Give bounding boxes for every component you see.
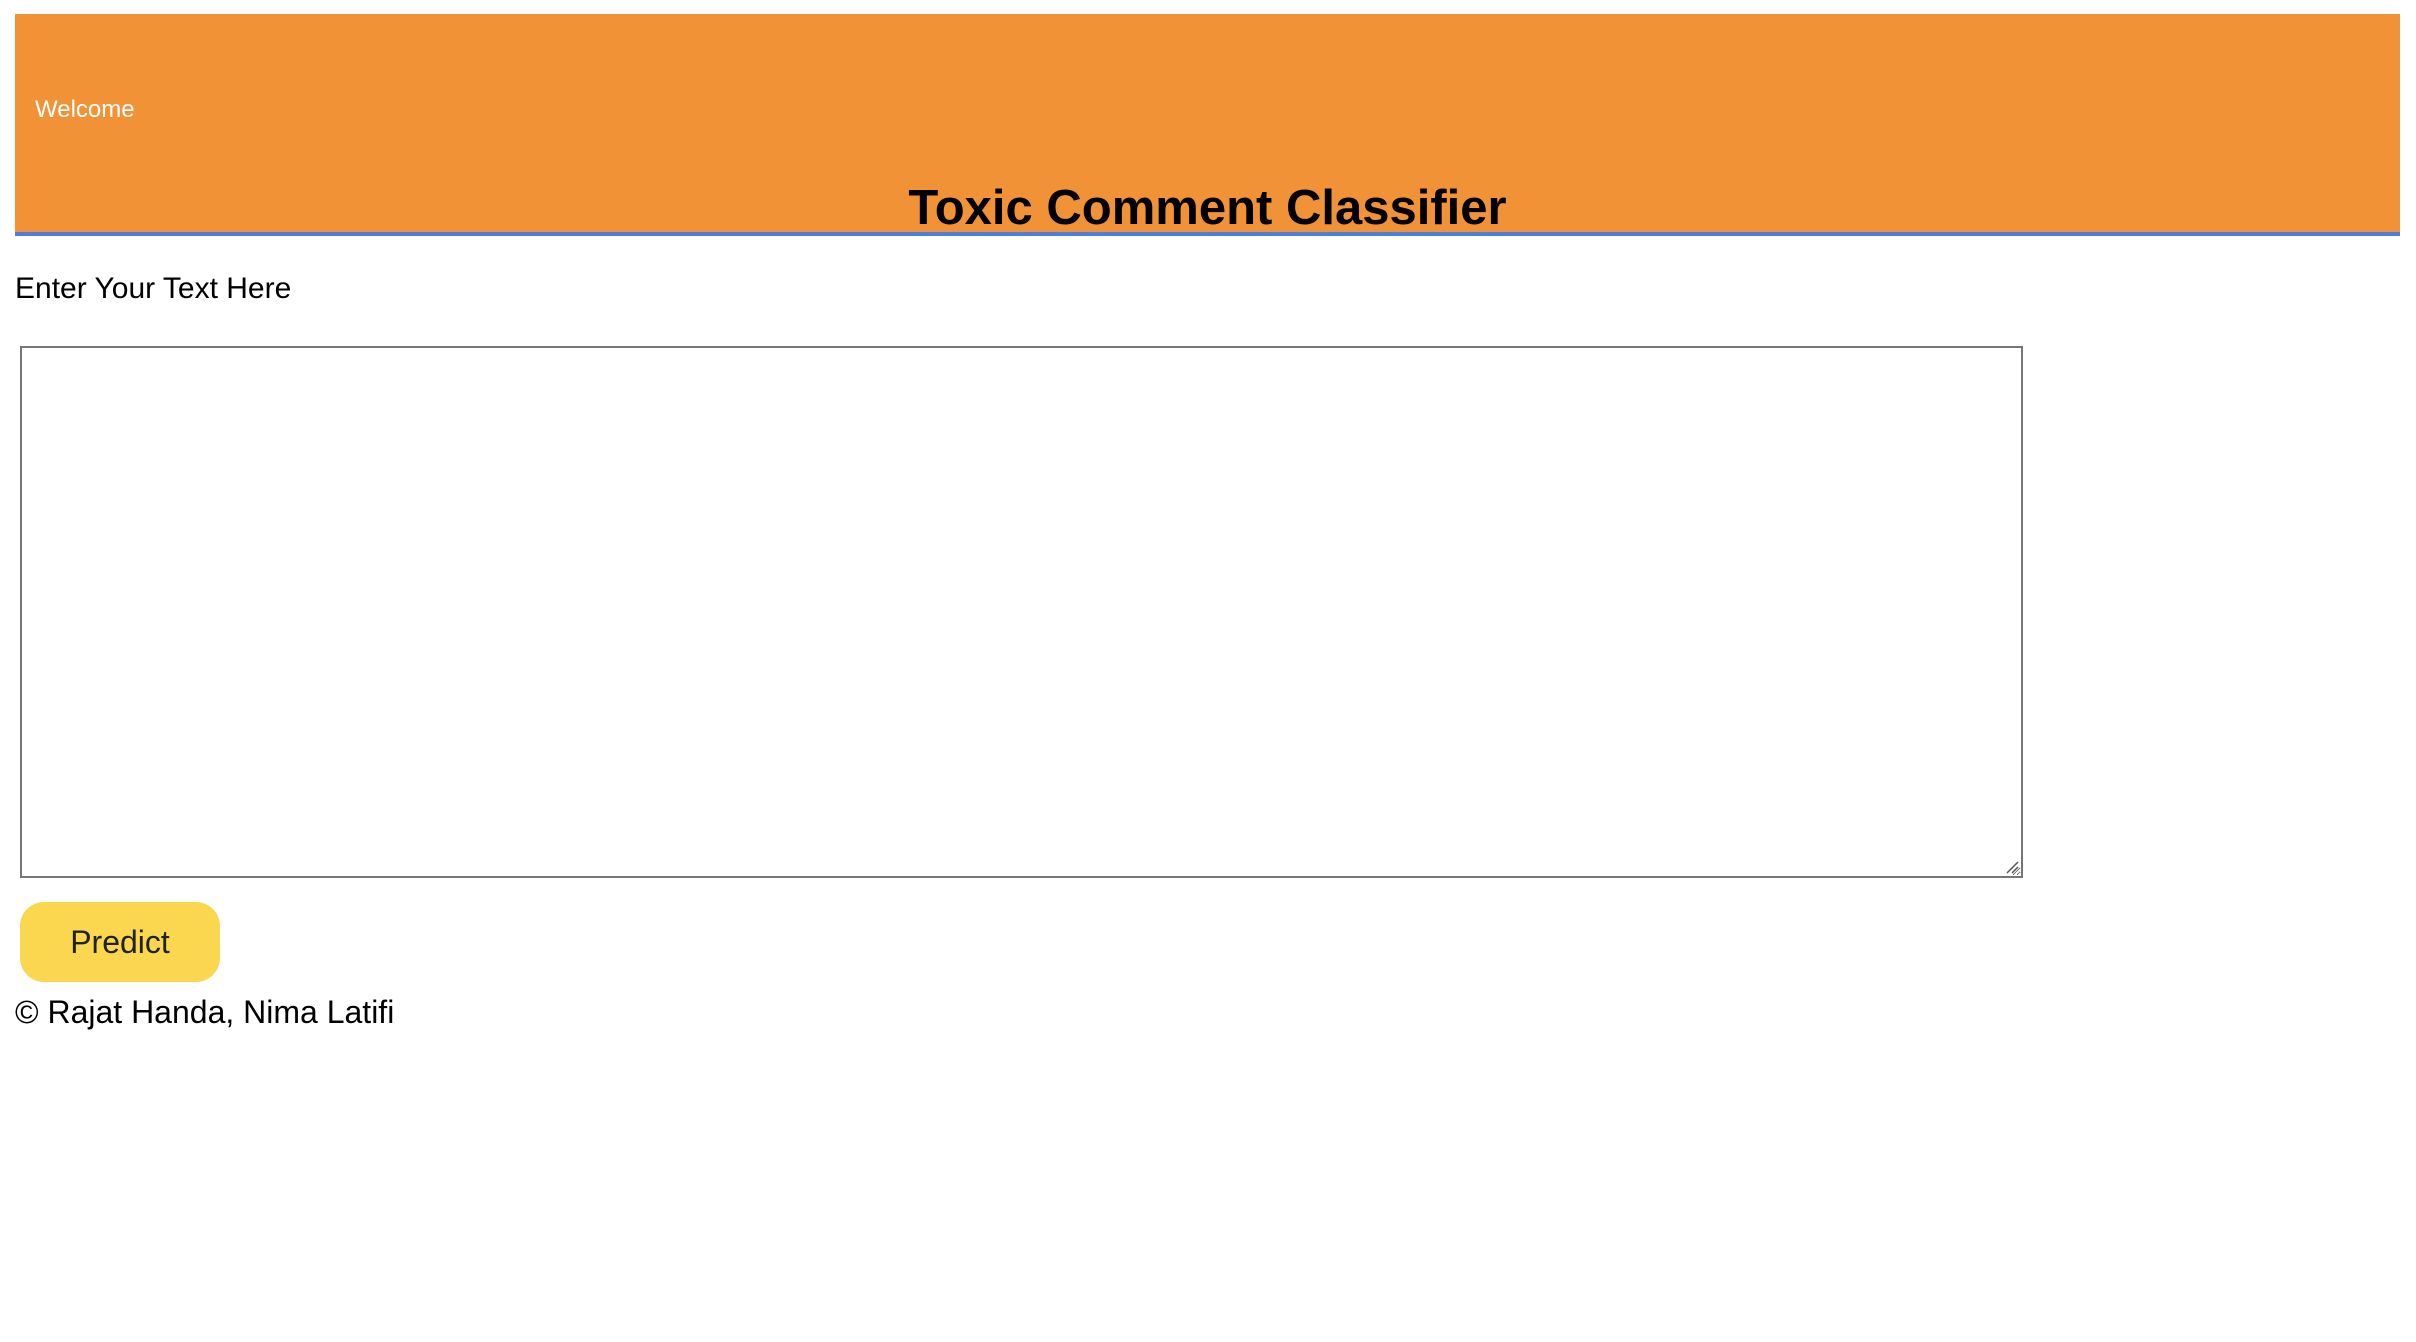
page: Welcome Toxic Comment Classifier Enter Y… — [0, 0, 2416, 1342]
predict-button[interactable]: Predict — [20, 902, 220, 982]
page-title: Toxic Comment Classifier — [908, 181, 1507, 235]
comment-text-area[interactable] — [20, 346, 2023, 878]
header-banner: Welcome Toxic Comment Classifier — [15, 14, 2400, 236]
resize-handle-icon[interactable] — [2005, 860, 2019, 874]
text-input-label: Enter Your Text Here — [15, 272, 292, 305]
copyright-footer: © Rajat Handa, Nima Latifi — [15, 994, 395, 1030]
welcome-text: Welcome — [35, 96, 135, 123]
